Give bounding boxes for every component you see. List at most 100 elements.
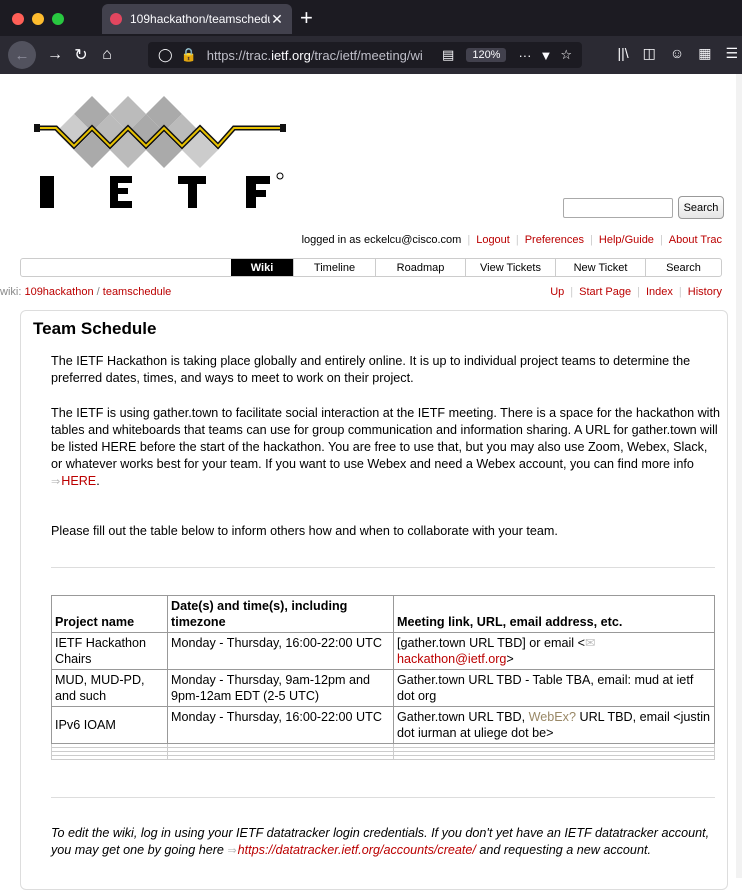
webex-missing-link[interactable]: WebEx? bbox=[529, 710, 576, 724]
toolbar-right: ||\ ◫ ☺ ▦ ☰ bbox=[618, 45, 739, 62]
cell-link: Gather.town URL TBD - Table TBA, email: … bbox=[393, 669, 715, 707]
url-bar[interactable]: ◯ 🔒 https://trac.ietf.org/trac/ietf/meet… bbox=[148, 42, 582, 68]
new-tab-button[interactable]: + bbox=[300, 5, 313, 31]
nav-wiki[interactable]: Wiki bbox=[231, 259, 293, 276]
divider bbox=[51, 797, 715, 798]
ietf-logo[interactable] bbox=[34, 92, 294, 222]
separator: | bbox=[570, 286, 574, 298]
index-link[interactable]: Index bbox=[646, 286, 673, 298]
back-icon[interactable]: ← bbox=[8, 41, 36, 69]
tab-close-icon[interactable]: ✕ bbox=[270, 11, 284, 28]
header-dates-times: Date(s) and time(s), including timezone bbox=[167, 595, 394, 633]
breadcrumb-teamschedule[interactable]: teamschedule bbox=[103, 286, 172, 298]
menu-icon[interactable]: ☰ bbox=[725, 45, 738, 62]
logo-letters bbox=[40, 172, 284, 208]
table-row: IETF Hackathon Chairs Monday - Thursday,… bbox=[51, 632, 715, 670]
cell-project: IPv6 IOAM bbox=[51, 706, 168, 744]
table-row: MUD, MUD-PD, and such Monday - Thursday,… bbox=[51, 669, 715, 707]
extension-icon[interactable]: ▦ bbox=[698, 45, 711, 62]
trac-favicon-icon bbox=[110, 13, 122, 25]
breadcrumb-109hackathon[interactable]: 109hackathon bbox=[24, 286, 93, 298]
search-input[interactable] bbox=[563, 198, 673, 218]
up-link[interactable]: Up bbox=[550, 286, 564, 298]
email-icon: ✉ bbox=[584, 636, 596, 650]
breadcrumb-sep: / bbox=[96, 286, 100, 298]
close-window-button[interactable] bbox=[12, 13, 24, 25]
nav-roadmap[interactable]: Roadmap bbox=[375, 259, 465, 276]
table-header-row: Project name Date(s) and time(s), includ… bbox=[51, 595, 715, 633]
zoom-window-button[interactable] bbox=[52, 13, 64, 25]
nav-search[interactable]: Search bbox=[645, 259, 721, 276]
shield-icon[interactable]: ◯ bbox=[158, 47, 173, 63]
start-page-link[interactable]: Start Page bbox=[579, 286, 631, 298]
cell-link: Gather.town URL TBD, WebEx? URL TBD, ema… bbox=[393, 706, 715, 744]
separator: | bbox=[515, 234, 519, 246]
reload-icon[interactable]: ↻ bbox=[68, 45, 94, 65]
sidebar-icon[interactable]: ◫ bbox=[643, 45, 656, 62]
gather-town-paragraph: The IETF is using gather.town to facilit… bbox=[51, 406, 720, 488]
separator: | bbox=[637, 286, 640, 298]
cell-time: Monday - Thursday, 9am-12pm and 9pm-12am… bbox=[167, 669, 394, 707]
browser-navbar: ← → ↻ ⌂ ◯ 🔒 https://trac.ietf.org/trac/i… bbox=[0, 36, 742, 74]
cell-time: Monday - Thursday, 16:00-22:00 UTC bbox=[167, 632, 394, 670]
history-link[interactable]: History bbox=[688, 286, 722, 298]
zoom-level[interactable]: 120% bbox=[466, 48, 507, 62]
page-title: Team Schedule bbox=[33, 319, 157, 338]
logo-diamonds-icon bbox=[34, 96, 286, 168]
nav-timeline[interactable]: Timeline bbox=[293, 259, 375, 276]
context-navigation: Up | Start Page | Index | History bbox=[550, 286, 722, 298]
separator: | bbox=[467, 234, 471, 246]
header-meeting-link: Meeting link, URL, email address, etc. bbox=[393, 595, 715, 633]
webex-info-link[interactable]: HERE bbox=[61, 474, 96, 488]
meta-navigation: logged in as eckelcu@cisco.com | Logout … bbox=[302, 234, 722, 246]
cell-project: MUD, MUD-PD, and such bbox=[51, 669, 168, 707]
search-button[interactable]: Search bbox=[678, 196, 724, 219]
more-actions-icon[interactable]: ··· bbox=[518, 48, 531, 63]
cell-link: [gather.town URL TBD] or email <✉ hackath… bbox=[393, 632, 715, 670]
wiki-content: Team Schedule The IETF Hackathon is taki… bbox=[20, 310, 728, 890]
library-icon[interactable]: ||\ bbox=[618, 45, 629, 62]
about-trac-link[interactable]: About Trac bbox=[669, 234, 722, 246]
separator: | bbox=[678, 286, 682, 298]
breadcrumb-prefix: wiki: bbox=[0, 286, 22, 298]
minimize-window-button[interactable] bbox=[32, 13, 44, 25]
tab-title: 109hackathon/teamschedule – … bbox=[130, 12, 270, 26]
header-project-name: Project name bbox=[51, 595, 168, 633]
datatracker-create-link[interactable]: https://datatracker.ietf.org/accounts/cr… bbox=[238, 843, 476, 857]
web-page: Search logged in as eckelcu@cisco.com | … bbox=[0, 74, 742, 890]
nav-new-ticket[interactable]: New Ticket bbox=[555, 259, 645, 276]
bookmark-star-icon[interactable]: ☆ bbox=[560, 47, 572, 63]
team-schedule-table: Project name Date(s) and time(s), includ… bbox=[51, 595, 715, 760]
intro-paragraph: The IETF Hackathon is taking place globa… bbox=[51, 354, 691, 385]
table-row-empty bbox=[51, 755, 715, 760]
pocket-icon[interactable]: ▼ bbox=[539, 48, 552, 63]
forward-icon[interactable]: → bbox=[42, 46, 68, 64]
hackathon-email-link[interactable]: hackathon@ietf.org bbox=[397, 652, 506, 666]
page-scrollbar[interactable] bbox=[736, 74, 742, 878]
logout-link[interactable]: Logout bbox=[476, 234, 510, 246]
home-icon[interactable]: ⌂ bbox=[94, 46, 120, 64]
divider bbox=[51, 567, 715, 568]
table-row: IPv6 IOAM Monday - Thursday, 16:00-22:00… bbox=[51, 706, 715, 744]
browser-tabbar: 109hackathon/teamschedule – … ✕ + bbox=[0, 0, 742, 36]
cell-project: IETF Hackathon Chairs bbox=[51, 632, 168, 670]
external-link-icon: ⇒ bbox=[51, 476, 61, 488]
nav-view-tickets[interactable]: View Tickets bbox=[465, 259, 555, 276]
account-icon[interactable]: ☺ bbox=[670, 45, 684, 62]
fill-table-paragraph: Please fill out the table below to infor… bbox=[51, 524, 558, 538]
url-text[interactable]: https://trac.ietf.org/trac/ietf/meeting/… bbox=[207, 48, 438, 63]
cell-time: Monday - Thursday, 16:00-22:00 UTC bbox=[167, 706, 394, 744]
separator: | bbox=[659, 234, 663, 246]
logged-in-text: logged in as eckelcu@cisco.com bbox=[301, 234, 462, 246]
lock-icon[interactable]: 🔒 bbox=[181, 47, 197, 63]
context-bar: wiki: 109hackathon / teamschedule Up | S… bbox=[0, 286, 742, 302]
browser-tab[interactable]: 109hackathon/teamschedule – … ✕ bbox=[102, 4, 292, 34]
main-navigation: Wiki Timeline Roadmap View Tickets New T… bbox=[20, 258, 722, 277]
external-link-icon: ⇒ bbox=[227, 845, 237, 857]
help-guide-link[interactable]: Help/Guide bbox=[599, 234, 654, 246]
breadcrumb: wiki: 109hackathon / teamschedule bbox=[0, 286, 171, 298]
footer-paragraph: To edit the wiki, log in using your IETF… bbox=[51, 826, 710, 857]
reader-icon[interactable]: ▤ bbox=[442, 47, 454, 63]
preferences-link[interactable]: Preferences bbox=[525, 234, 584, 246]
separator: | bbox=[590, 234, 593, 246]
